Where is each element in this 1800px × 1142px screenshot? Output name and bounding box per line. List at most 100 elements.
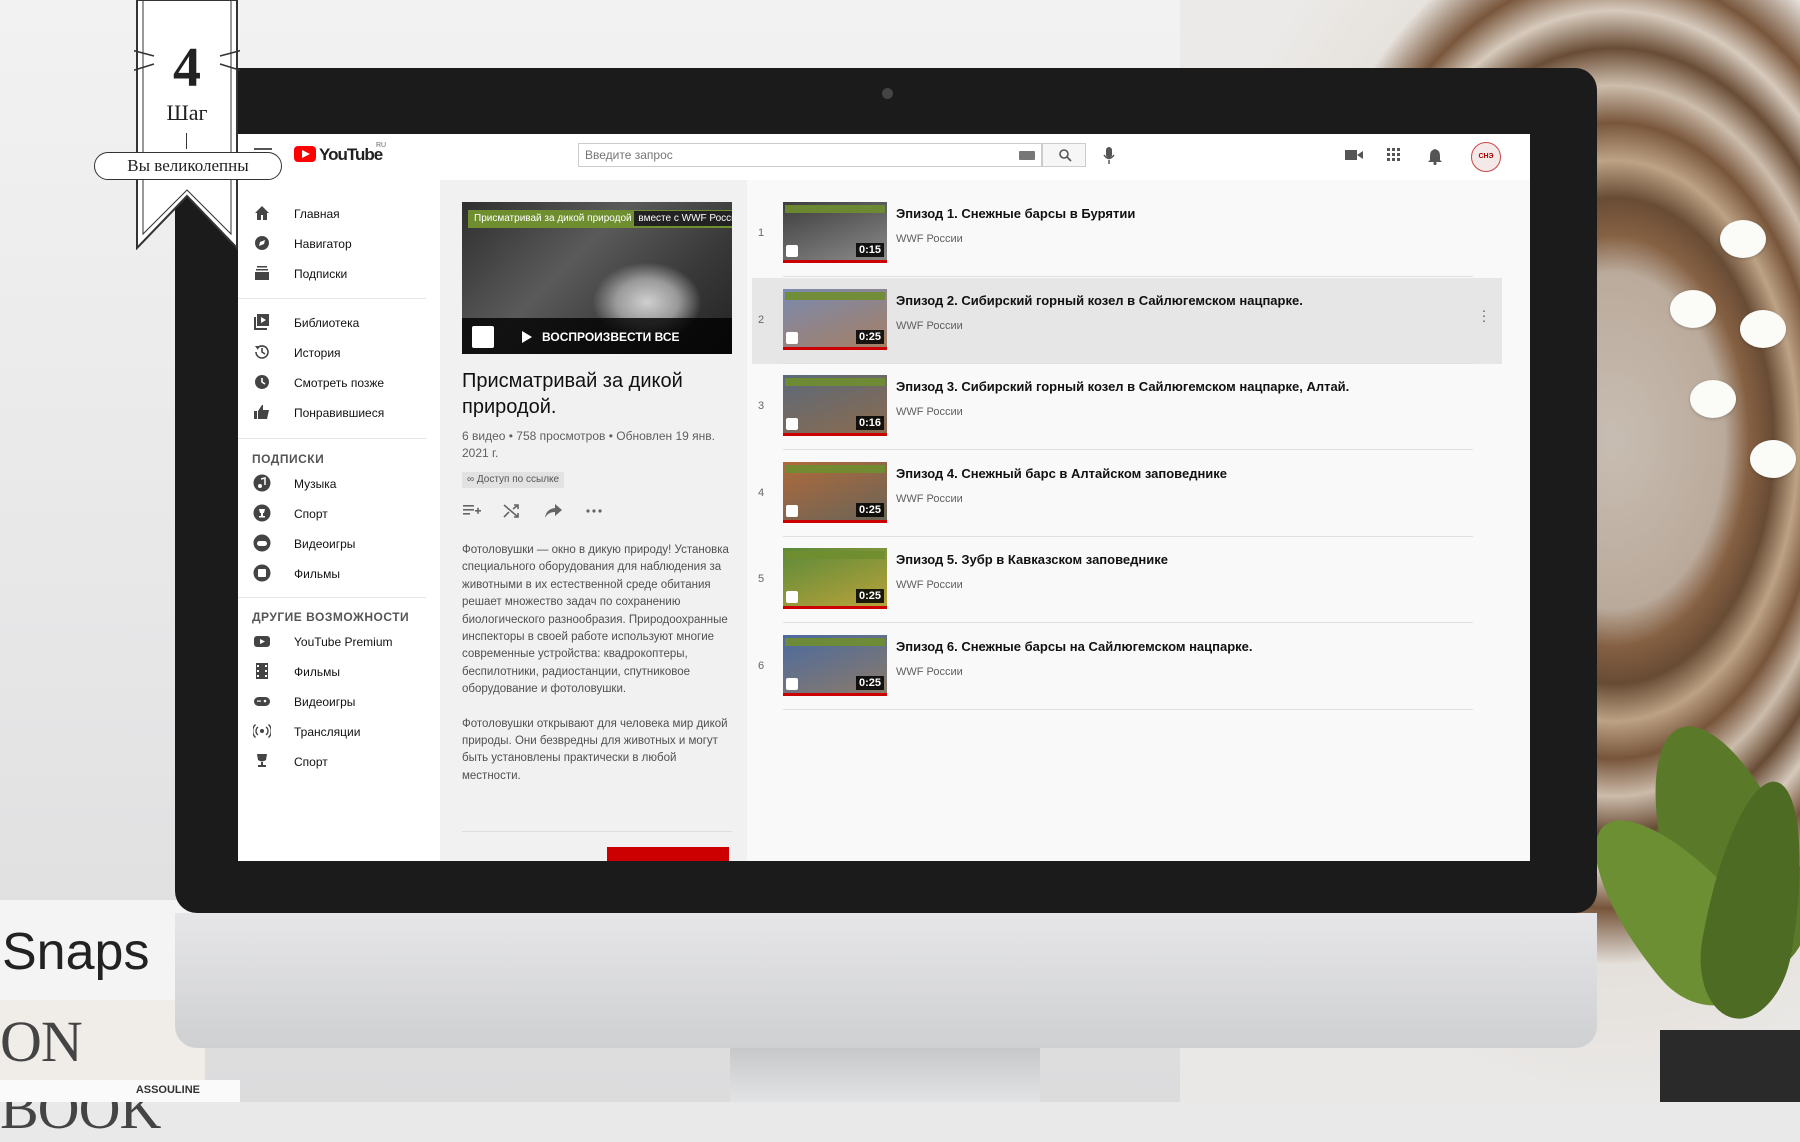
more-options-icon[interactable]: · · ·	[1480, 303, 1488, 327]
monitor-chin	[175, 913, 1597, 1048]
divider	[238, 298, 426, 299]
sidebar-item-explore[interactable]: Навигатор	[238, 228, 440, 258]
video-row[interactable]: 1 0:15 Эпизод 1. Снежные барсы в Бурятии WW…	[752, 191, 1502, 277]
sidebar-item-liked[interactable]: Понравившиеся	[238, 397, 440, 427]
section-heading-subscriptions: ПОДПИСКИ	[252, 452, 325, 466]
search-input[interactable]	[579, 144, 991, 166]
video-row[interactable]: 5 0:25 Эпизод 5. Зубр в Кавказском заповед…	[752, 537, 1502, 623]
youtube-icon	[254, 636, 270, 647]
sidebar-item-youtube-premium[interactable]: YouTube Premium	[238, 626, 440, 656]
sidebar-item-label: Подписки	[294, 267, 348, 281]
thumbnail-banner: Присматривай за дикой природой вместе с …	[468, 210, 732, 228]
youtube-logo-icon[interactable]	[294, 146, 316, 162]
video-index: 1	[757, 227, 765, 239]
sidebar-item-sports[interactable]: Спорт	[238, 746, 440, 776]
sidebar-item-label: Фильмы	[294, 567, 340, 581]
description-paragraph: Фотоловушки открывают для человека мир д…	[462, 717, 728, 782]
video-row[interactable]: 3 0:16 Эпизод 3. Сибирский горный козел в …	[752, 364, 1502, 450]
thumbnail-banner	[785, 378, 885, 386]
keyboard-icon[interactable]	[1019, 151, 1035, 160]
description-paragraph: Фотоловушки — окно в дикую природу! Уста…	[462, 544, 729, 696]
divider	[462, 831, 732, 832]
play-icon	[522, 331, 532, 343]
microphone-icon[interactable]	[1102, 146, 1116, 166]
wwf-logo-icon	[786, 418, 798, 430]
orchid-plant	[1562, 160, 1800, 1102]
sidebar-item-library[interactable]: Библиотека	[238, 307, 440, 337]
shuffle-icon[interactable]	[502, 502, 522, 520]
sidebar-item-films[interactable]: Фильмы	[238, 656, 440, 686]
apps-grid-icon[interactable]	[1387, 148, 1401, 162]
video-index: 6	[757, 659, 765, 672]
playlist-meta: 6 видео • 758 просмотров • Обновлен 19 я…	[462, 429, 716, 460]
video-title[interactable]: Эпизод 2. Сибирский горный козел в Сайлю…	[896, 293, 1303, 308]
video-title[interactable]: Эпизод 5. Зубр в Кавказском заповеднике	[896, 552, 1168, 567]
playlist-title[interactable]: Присматривай за дикой природой.	[462, 368, 732, 420]
sidebar-item-videogames[interactable]: Видеоигры	[238, 686, 440, 716]
access-label: Доступ по ссылке	[476, 474, 560, 485]
sidebar-item-live[interactable]: Трансляции	[238, 716, 440, 746]
divider	[238, 597, 426, 598]
youtube-wordmark[interactable]: YouTube	[319, 145, 383, 165]
more-options-icon[interactable]	[584, 502, 604, 520]
video-duration: 0:25	[855, 329, 884, 344]
playlist-thumbnail[interactable]: Присматривай за дикой природой вместе с …	[462, 202, 732, 354]
sidebar-item-subscriptions[interactable]: Подписки	[238, 258, 440, 288]
subscriptions-icon	[255, 266, 269, 280]
play-all-button[interactable]: ВОСПРОИЗВЕСТИ ВСЕ	[462, 318, 732, 354]
sidebar-item-gaming[interactable]: Видеоигры	[238, 528, 440, 558]
link-icon: ∞	[467, 474, 477, 485]
access-badge: ∞ Доступ по ссылке	[462, 472, 565, 488]
add-to-queue-icon[interactable]	[462, 502, 482, 520]
video-row[interactable]: 2 0:25 Эпизод 2. Сибирский горный козел в …	[752, 277, 1502, 364]
home-icon	[255, 206, 269, 220]
library-icon	[254, 314, 269, 330]
share-icon[interactable]	[544, 502, 564, 520]
video-thumbnail[interactable]: 0:25	[783, 288, 887, 350]
video-title[interactable]: Эпизод 6. Снежные барсы на Сайлюгемском …	[896, 639, 1253, 654]
video-title[interactable]: Эпизод 3. Сибирский горный козел в Сайлю…	[896, 379, 1349, 394]
sidebar-item-music[interactable]: Музыка	[238, 468, 440, 498]
video-thumbnail[interactable]: 0:25	[783, 548, 887, 609]
video-thumbnail[interactable]: 0:25	[783, 634, 887, 696]
video-thumbnail[interactable]: 0:16	[783, 375, 887, 436]
wwf-logo-icon	[786, 677, 798, 690]
channel-name[interactable]: WWF России	[896, 233, 963, 245]
video-duration: 0:25	[855, 675, 884, 690]
video-title[interactable]: Эпизод 1. Снежные барсы в Бурятии	[896, 206, 1135, 221]
video-title[interactable]: Эпизод 4. Снежный барс в Алтайском запов…	[896, 466, 1227, 481]
sidebar-item-sport[interactable]: Спорт	[238, 498, 440, 528]
playlist-panel: Присматривай за дикой природой вместе с …	[440, 180, 747, 861]
wwf-logo-icon	[786, 245, 798, 257]
video-thumbnail[interactable]: 0:25	[783, 461, 887, 523]
sidebar-item-history[interactable]: История	[238, 337, 440, 367]
channel-name[interactable]: WWF России	[896, 579, 963, 591]
search-box[interactable]	[578, 143, 1042, 167]
banner-text: Присматривай за дикой природой	[474, 213, 632, 224]
video-thumbnail[interactable]: 0:15	[783, 202, 887, 263]
channel-name[interactable]: WWF России	[896, 493, 963, 505]
search-button[interactable]	[1042, 143, 1086, 167]
video-row[interactable]: 6 0:25 Эпизод 6. Снежные барсы на Сайлюгем…	[752, 624, 1502, 710]
subscribe-button[interactable]	[607, 847, 729, 861]
sidebar-item-home[interactable]: Главная	[238, 198, 440, 228]
sidebar-item-watch-later[interactable]: Смотреть позже	[238, 367, 440, 397]
video-row[interactable]: 4 0:25 Эпизод 4. Снежный барс в Алтайском …	[752, 451, 1502, 537]
channel-name[interactable]: WWF России	[896, 320, 963, 332]
history-icon	[255, 345, 269, 359]
compass-icon	[255, 236, 269, 250]
step-word: Шаг	[166, 100, 208, 125]
broadcast-icon	[253, 723, 271, 739]
sidebar-item-label: Спорт	[294, 507, 328, 521]
channel-name[interactable]: WWF России	[896, 406, 963, 418]
gamepad-icon	[253, 534, 271, 552]
sidebar: Главная Навигатор Подписки Библиотека Ис…	[238, 180, 440, 861]
notifications-bell-icon[interactable]	[1427, 148, 1443, 165]
channel-name[interactable]: WWF России	[896, 666, 963, 678]
create-video-icon[interactable]	[1345, 148, 1363, 162]
user-avatar[interactable]: СНЭ	[1471, 142, 1501, 172]
orchid-flower	[1670, 290, 1716, 328]
wwf-logo-icon	[786, 331, 798, 344]
divider	[783, 708, 1473, 710]
sidebar-item-movies[interactable]: Фильмы	[238, 558, 440, 588]
